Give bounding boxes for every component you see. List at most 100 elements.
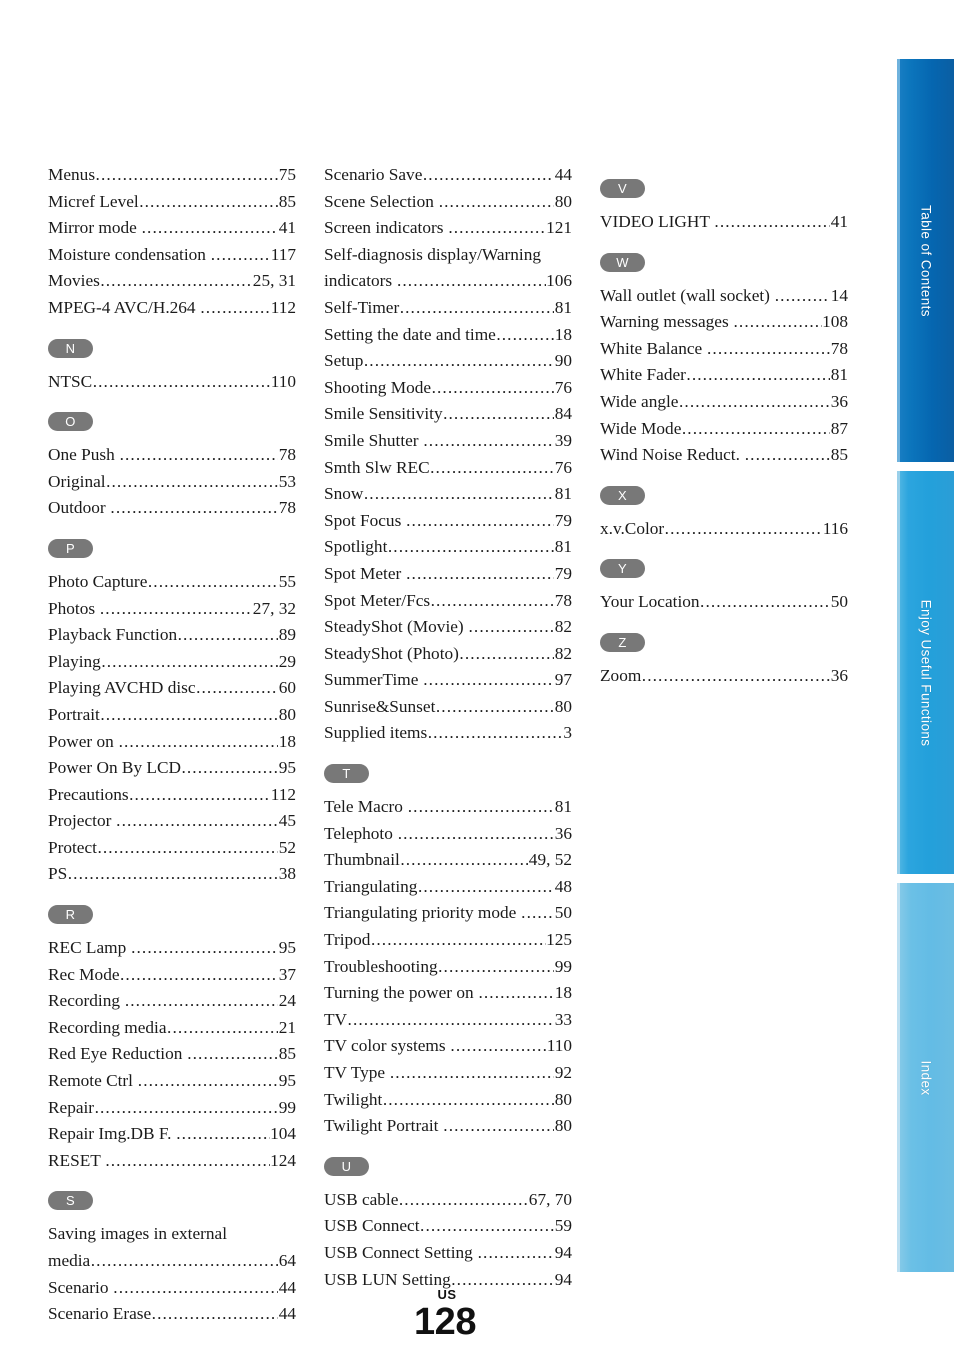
index-entry-leader-dots: ........................................… bbox=[387, 537, 554, 557]
index-entry: Scene Selection ........................… bbox=[324, 189, 572, 216]
index-entry-page-number: 45 bbox=[278, 811, 296, 831]
index-entry-page-number: 112 bbox=[270, 784, 296, 804]
side-tab-enjoy-useful-functions[interactable]: Enjoy Useful Functions bbox=[894, 469, 954, 874]
index-column-1: Menus...................................… bbox=[48, 162, 296, 1328]
index-entry-page-number: 60 bbox=[278, 678, 296, 698]
index-entry-leader-dots: ........................................… bbox=[431, 377, 555, 397]
index-entry-leader-dots: ........................................… bbox=[459, 643, 554, 663]
index-entry-term: Tripod bbox=[324, 930, 371, 950]
index-entry-page-number: 95 bbox=[278, 938, 296, 958]
index-entry-leader-dots: ........................................… bbox=[124, 991, 278, 1011]
page-number: 128 bbox=[414, 1301, 476, 1343]
index-letter-badge-row: V bbox=[600, 162, 848, 209]
index-entry-page-number: 82 bbox=[554, 617, 572, 637]
index-letter-badge-v: V bbox=[600, 179, 645, 198]
index-entry-term: Spot Meter bbox=[324, 563, 406, 583]
index-entry-term: Supplied items bbox=[324, 723, 428, 743]
index-entry-term: Spot Meter/Fcs bbox=[324, 590, 431, 610]
index-letter-badge-z: Z bbox=[600, 632, 645, 652]
index-entry-term: Playing AVCHD disc bbox=[48, 678, 196, 698]
index-entry: Playing.................................… bbox=[48, 649, 296, 676]
index-entry: media...................................… bbox=[48, 1248, 296, 1275]
index-entry-term: MPEG-4 AVC/H.264 bbox=[48, 297, 200, 317]
index-entry-page-number: 99 bbox=[554, 956, 572, 976]
index-entry-page-number: 108 bbox=[822, 312, 848, 332]
index-entry-term: Warning messages bbox=[600, 312, 733, 332]
index-entry-leader-dots: ........................................… bbox=[94, 1097, 279, 1117]
index-entry-page-number: 124 bbox=[270, 1150, 296, 1170]
index-entry-leader-dots: ........................................… bbox=[116, 811, 279, 831]
index-entry-leader-dots: ........................................… bbox=[147, 571, 278, 591]
index-entry-leader-dots: ........................................… bbox=[95, 165, 279, 184]
index-entry: Photo Capture...........................… bbox=[48, 569, 296, 596]
index-entry-term: Playing bbox=[48, 651, 101, 671]
index-entry-leader-dots: ........................................… bbox=[200, 297, 270, 317]
index-entry-page-number: 117 bbox=[270, 244, 296, 264]
index-entry-leader-dots: ........................................… bbox=[119, 445, 279, 465]
side-tab-index[interactable]: Index bbox=[894, 881, 954, 1272]
index-entry-page-number: 38 bbox=[278, 864, 296, 884]
index-entry-term: Rec Mode bbox=[48, 964, 120, 984]
index-entry: Mirror mode ............................… bbox=[48, 215, 296, 242]
index-entry-leader-dots: ........................................… bbox=[370, 930, 546, 950]
index-entry: Warning messages .......................… bbox=[600, 309, 848, 336]
index-entry-page-number: 80 bbox=[554, 191, 572, 211]
index-entry: x.v.Color...............................… bbox=[600, 516, 848, 543]
index-entry-leader-dots: ........................................… bbox=[177, 625, 279, 645]
index-entry-term: Twilight Portrait bbox=[324, 1116, 443, 1136]
index-entry-term: Outdoor bbox=[48, 498, 110, 518]
index-entry-page-number: 80 bbox=[554, 1116, 572, 1136]
index-entry-term-line1: Self-diagnosis display/Warning bbox=[324, 244, 541, 264]
index-entry: White Balance ..........................… bbox=[600, 336, 848, 363]
index-entry-leader-dots: ........................................… bbox=[423, 670, 554, 690]
index-entry: Spot Meter/Fcs..........................… bbox=[324, 588, 572, 615]
index-entry-leader-dots: ........................................… bbox=[448, 218, 546, 238]
index-entry-leader-dots: ........................................… bbox=[438, 956, 554, 976]
index-entry-term: Triangulating bbox=[324, 876, 418, 896]
index-entry-page-number: 18 bbox=[554, 324, 572, 344]
index-entry-page-number: 112 bbox=[270, 297, 296, 317]
index-entry-term: Portrait bbox=[48, 704, 100, 724]
index-entry-term: indicators bbox=[324, 271, 397, 291]
index-entry-leader-dots: ........................................… bbox=[92, 371, 271, 391]
index-entry-term: Wind Noise Reduct. bbox=[600, 445, 745, 465]
index-entry-term: Projector bbox=[48, 811, 116, 831]
side-tab-label: Index bbox=[918, 1059, 933, 1096]
index-letter-badge-row: T bbox=[324, 747, 572, 794]
index-entry: Wind Noise Reduct. .....................… bbox=[600, 442, 848, 469]
index-entry-term: USB Connect bbox=[324, 1216, 420, 1236]
index-entry-leader-dots: ........................................… bbox=[438, 191, 555, 211]
index-entry-term: media bbox=[48, 1251, 91, 1270]
index-entry-term: Setting the date and time bbox=[324, 324, 496, 344]
index-entry-page-number: 50 bbox=[830, 592, 848, 612]
index-entry-page-number: 41 bbox=[278, 218, 296, 238]
index-entry: NTSC....................................… bbox=[48, 369, 296, 396]
index-entry-leader-dots: ........................................… bbox=[396, 271, 546, 291]
index-entry-page-number: 85 bbox=[830, 445, 848, 465]
index-entry-page-number: 84 bbox=[554, 404, 572, 424]
index-entry-leader-dots: ........................................… bbox=[430, 590, 555, 610]
index-entry-term: Repair Img.DB F. bbox=[48, 1124, 176, 1144]
index-entry-leader-dots: ........................................… bbox=[406, 510, 554, 530]
index-entry: Remote Ctrl ............................… bbox=[48, 1068, 296, 1095]
side-tab-table-of-contents[interactable]: Table of Contents bbox=[894, 57, 954, 462]
index-entry-term: Screen indicators bbox=[324, 218, 448, 238]
index-entry-leader-dots: ........................................… bbox=[478, 983, 555, 1003]
index-entry: Smile Shutter ..........................… bbox=[324, 428, 572, 455]
index-entry: Photos .................................… bbox=[48, 596, 296, 623]
index-entry-page-number: 78 bbox=[554, 590, 572, 610]
index-entry: VIDEO LIGHT ............................… bbox=[600, 209, 848, 236]
index-entry: REC Lamp ...............................… bbox=[48, 935, 296, 962]
index-entry-term: REC Lamp bbox=[48, 938, 131, 958]
index-entry: Outdoor ................................… bbox=[48, 495, 296, 522]
index-entry: Troubleshooting.........................… bbox=[324, 954, 572, 981]
index-entry-term: Thumbnail bbox=[324, 850, 400, 870]
side-tab-label: Enjoy Useful Functions bbox=[918, 599, 933, 746]
index-entry-leader-dots: ........................................… bbox=[131, 938, 278, 958]
index-entry-page-number: 59 bbox=[554, 1216, 572, 1236]
index-entry-term: PS bbox=[48, 864, 68, 884]
index-entry-leader-dots: ........................................… bbox=[406, 563, 554, 583]
index-entry-leader-dots: ........................................… bbox=[347, 1009, 555, 1029]
index-entry-page-number: 92 bbox=[554, 1063, 572, 1082]
index-letter-badge-row: S bbox=[48, 1174, 296, 1221]
